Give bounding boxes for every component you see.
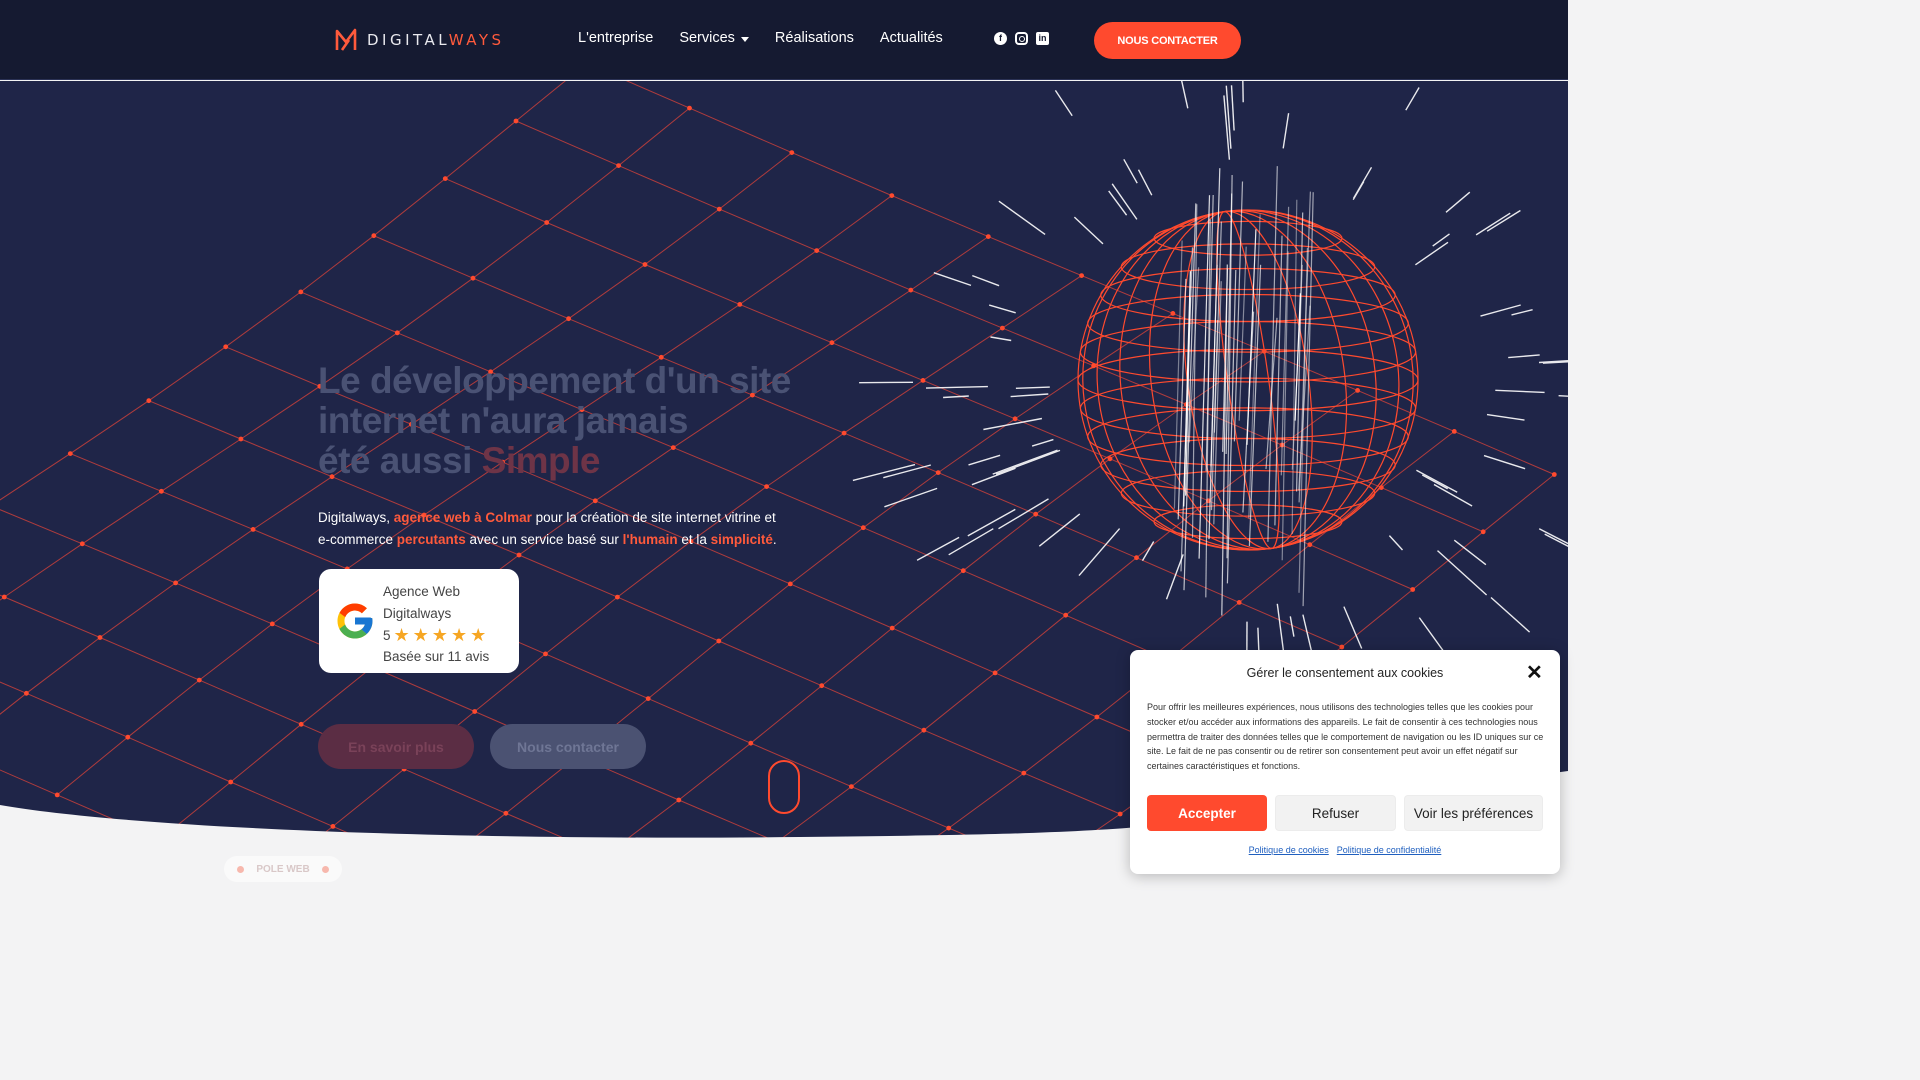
hero-description: Digitalways, agence web à Colmar pour la… (318, 510, 777, 547)
cookie-policy-link[interactable]: Politique de cookies (1249, 845, 1329, 855)
dot-icon (321, 865, 329, 873)
accept-cookies-button[interactable]: Accepter (1147, 795, 1267, 831)
contact-cta-button[interactable]: NOUS CONTACTER (1094, 22, 1241, 59)
google-icon (337, 603, 373, 639)
facebook-icon[interactable]: f (994, 32, 1007, 45)
contact-button[interactable]: Nous contacter (490, 724, 646, 769)
cookie-title: Gérer le consentement aux cookies (1246, 666, 1444, 680)
cookie-preferences-button[interactable]: Voir les préférences (1404, 795, 1543, 831)
cookie-text: Pour offrir les meilleures expériences, … (1147, 702, 1544, 772)
star-icon: ★ (431, 625, 448, 645)
review-rating: 5 ★ ★ ★ ★ ★ (383, 625, 487, 645)
nav-item-actualites[interactable]: Actualités (880, 30, 943, 46)
privacy-policy-link[interactable]: Politique de confidentialité (1337, 845, 1442, 855)
section-label-pill: POLE WEB (224, 856, 342, 882)
star-icon: ★ (470, 625, 487, 645)
instagram-icon[interactable] (1015, 32, 1028, 45)
review-business-name: Agence Web Digitalways (383, 584, 461, 621)
link-agence-web[interactable]: agence web à Colmar (394, 510, 532, 525)
digitalways-logo[interactable]: DIGITALWAYS (335, 26, 505, 54)
learn-more-button[interactable]: En savoir plus (318, 724, 474, 769)
star-icon: ★ (450, 625, 468, 645)
logo-mark-icon (335, 28, 357, 51)
nav-item-services[interactable]: Services (679, 30, 749, 46)
star-icon: ★ (412, 625, 429, 645)
logo-text: DIGITALWAYS (367, 31, 505, 49)
google-review-badge[interactable]: Agence Web Digitalways 5 ★ ★ ★ ★ ★ Basée… (319, 569, 519, 673)
nav-item-entreprise[interactable]: L'entreprise (578, 30, 653, 46)
scroll-indicator[interactable] (768, 760, 800, 814)
social-links: f in (994, 32, 1049, 45)
hero-title: Le développement d'un site internet n'au… (318, 360, 791, 481)
review-count: Basée sur 11 avis (383, 649, 490, 664)
refuse-cookies-button[interactable]: Refuser (1275, 795, 1396, 831)
dot-icon (237, 865, 245, 873)
star-icon: ★ (393, 625, 410, 645)
close-icon[interactable]: ✕ (1526, 663, 1543, 683)
caret-down-icon (740, 36, 749, 42)
site-header: DIGITALWAYS L'entreprise Services Réalis… (0, 0, 1568, 80)
cookie-policy-links: Politique de cookies Politique de confid… (1130, 845, 1560, 855)
cookie-consent-modal: Gérer le consentement aux cookies ✕ Pour… (1130, 650, 1560, 874)
main-nav: L'entreprise Services Réalisations Actua… (578, 30, 943, 46)
nav-item-realisations[interactable]: Réalisations (775, 30, 854, 46)
linkedin-icon[interactable]: in (1036, 32, 1049, 45)
